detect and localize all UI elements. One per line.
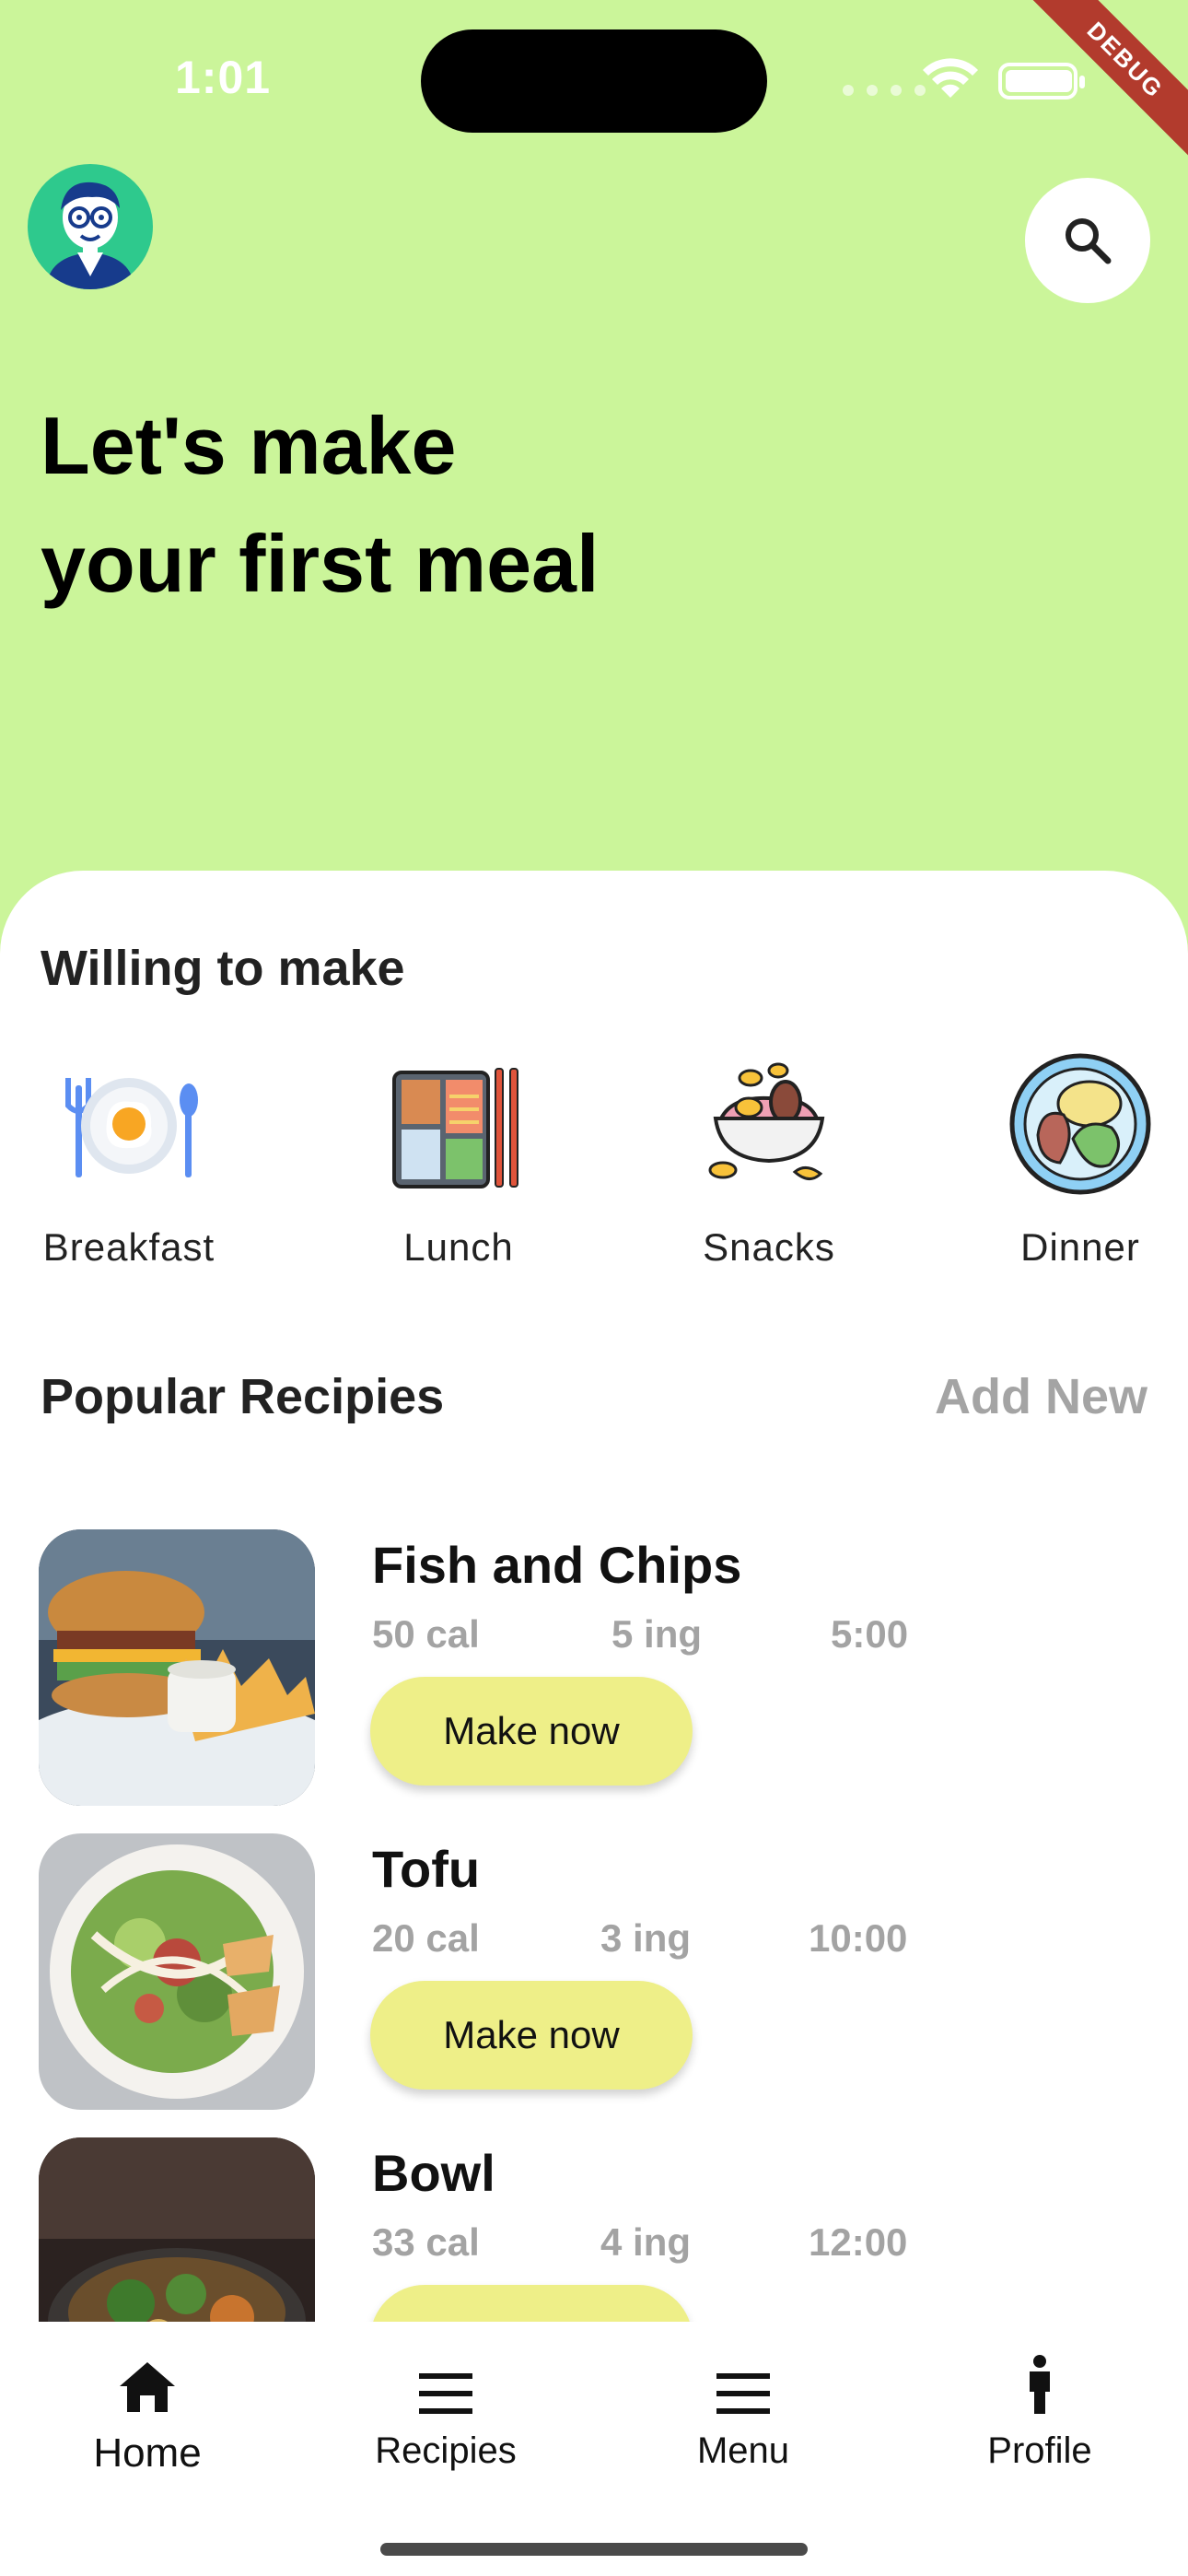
category-label: Dinner xyxy=(1020,1225,1140,1269)
category-breakfast[interactable]: Breakfast xyxy=(28,1050,230,1270)
fried-egg-plate-icon xyxy=(65,1078,198,1177)
recipe-calories: 50 cal xyxy=(372,1612,480,1656)
bento-box-icon xyxy=(392,1068,518,1188)
nav-item-recipies[interactable]: Recipies xyxy=(331,2349,561,2472)
recipe-image-burger xyxy=(39,1529,315,1806)
search-icon xyxy=(1066,218,1112,264)
avatar[interactable] xyxy=(28,164,153,289)
nav-item-home[interactable]: Home xyxy=(32,2349,262,2476)
hero-title-line2: your first meal xyxy=(41,518,600,609)
recipe-card[interactable]: Fish and Chips 50 cal 5 ing 5:00 Make no… xyxy=(39,1529,1144,1806)
bottom-nav: Home Recipies Menu Profile xyxy=(0,2322,1188,2576)
categories-title: Willing to make xyxy=(41,941,405,996)
recipe-calories: 33 cal xyxy=(372,2220,480,2264)
make-now-button[interactable]: Make now xyxy=(370,1677,693,1786)
category-dinner[interactable]: Dinner xyxy=(979,1050,1182,1270)
dinner-plate-icon xyxy=(1009,1053,1151,1195)
nav-label: Profile xyxy=(987,2430,1092,2471)
category-lunch[interactable]: Lunch xyxy=(357,1050,560,1270)
battery-icon xyxy=(998,63,1085,100)
person-icon xyxy=(1030,2355,1050,2414)
recipe-image-salad xyxy=(39,1833,315,2110)
nav-item-menu[interactable]: Menu xyxy=(628,2349,858,2472)
recipe-name: Bowl xyxy=(372,2144,495,2202)
recipe-time: 12:00 xyxy=(809,2220,908,2264)
category-label: Breakfast xyxy=(42,1225,215,1269)
recipe-ingredients: 5 ing xyxy=(611,1612,703,1656)
home-indicator xyxy=(380,2543,808,2556)
wifi-icon xyxy=(923,58,978,98)
recipe-calories: 20 cal xyxy=(372,1916,480,1960)
add-new-link[interactable]: Add New xyxy=(935,1368,1147,1425)
nav-item-profile[interactable]: Profile xyxy=(925,2349,1155,2472)
avatar-illustration-icon xyxy=(46,181,134,289)
snack-bowl-icon xyxy=(708,1062,825,1180)
nav-label: Home xyxy=(93,2430,202,2476)
hero-title-line1: Let's make xyxy=(41,400,457,491)
recipes-title: Popular Recipies xyxy=(41,1369,445,1424)
dynamic-island xyxy=(421,29,767,133)
status-time: 1:01 xyxy=(175,52,272,103)
category-snacks[interactable]: Snacks xyxy=(668,1050,870,1270)
make-now-button[interactable]: Make now xyxy=(370,1981,693,2090)
category-label: Lunch xyxy=(403,1225,514,1269)
menu-lines-icon xyxy=(419,2373,472,2414)
category-label: Snacks xyxy=(703,1225,835,1269)
app-screen: 1:01 DEBUG Let's make your first meal Wi… xyxy=(0,0,1188,2576)
recipe-card[interactable]: Tofu 20 cal 3 ing 10:00 Make now xyxy=(39,1833,1144,2110)
recipe-name: Fish and Chips xyxy=(372,1536,742,1594)
recipe-name: Tofu xyxy=(372,1840,481,1898)
recipe-time: 5:00 xyxy=(831,1612,909,1656)
nav-label: Menu xyxy=(696,2430,790,2471)
recipe-ingredients: 3 ing xyxy=(600,1916,692,1960)
hero-title: Let's make your first meal xyxy=(41,387,961,623)
nav-label: Recipies xyxy=(375,2430,517,2471)
recipe-time: 10:00 xyxy=(809,1916,908,1960)
search-button[interactable] xyxy=(1025,178,1150,303)
home-icon xyxy=(120,2362,175,2412)
recipe-ingredients: 4 ing xyxy=(600,2220,692,2264)
menu-lines-icon xyxy=(716,2373,770,2414)
signal-dots-icon xyxy=(843,85,926,96)
